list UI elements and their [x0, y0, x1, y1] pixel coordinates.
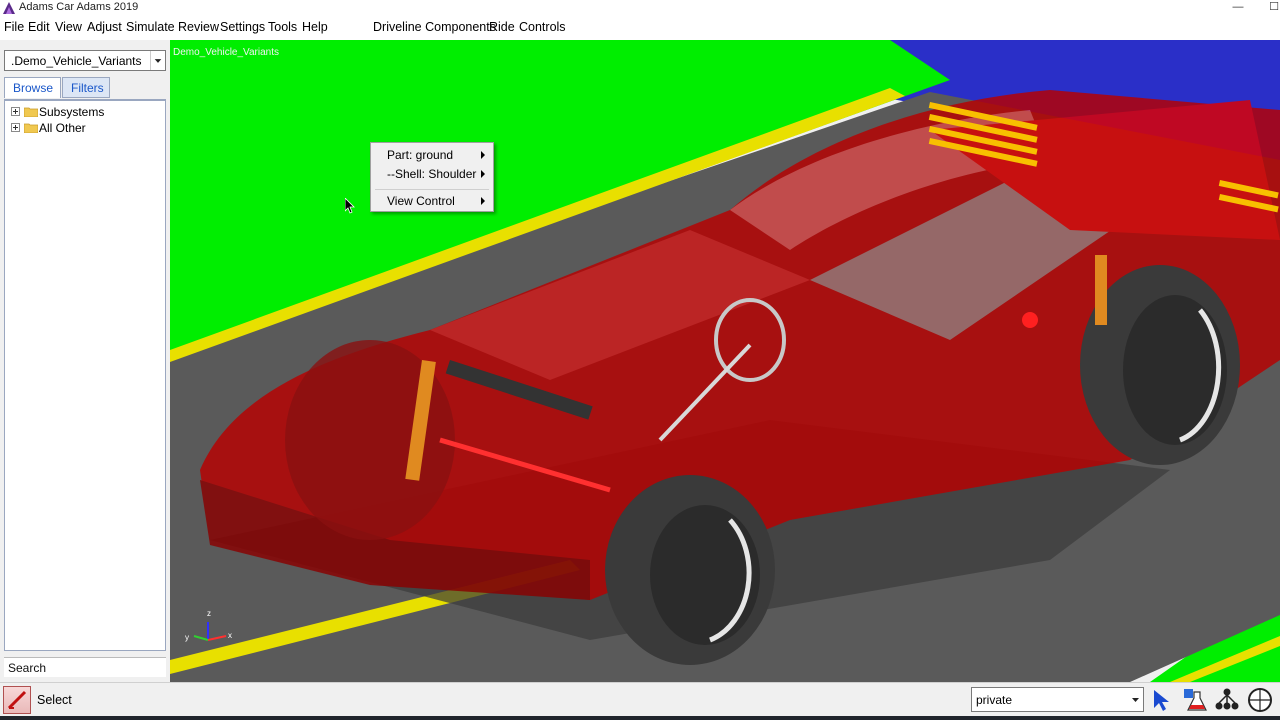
context-item-label: Part: ground	[387, 148, 454, 162]
vehicle-scene[interactable]: z x y	[170, 40, 1280, 682]
menu-edit[interactable]: Edit	[28, 20, 50, 34]
search-input[interactable]: Search	[4, 657, 166, 677]
adams-car-window: Adams Car Adams 2019 — ☐ File Edit View …	[0, 0, 1280, 720]
title-bar: Adams Car Adams 2019 — ☐	[0, 0, 1280, 16]
menu-ride[interactable]: Ride	[489, 20, 515, 34]
context-menu: Part: ground --Shell: Shoulder View Cont…	[370, 142, 494, 212]
front-right-tire[interactable]	[605, 475, 775, 665]
triad-z-label: z	[207, 609, 211, 618]
menu-settings[interactable]: Settings	[220, 20, 265, 34]
context-item-shell-shoulder[interactable]: --Shell: Shoulder	[371, 165, 493, 183]
chevron-down-icon[interactable]	[1128, 688, 1143, 711]
context-item-label: View Control	[387, 194, 455, 208]
menu-driveline-components[interactable]: Driveline Components	[373, 20, 496, 34]
model-browser-panel: .Demo_Vehicle_Variants Browse Filters Su…	[0, 40, 170, 682]
triad-x-label: x	[228, 631, 232, 640]
menu-tools[interactable]: Tools	[268, 20, 297, 34]
menu-review[interactable]: Review	[178, 20, 219, 34]
select-tool-icon	[7, 690, 27, 710]
model-tree: Subsystems All Other	[4, 99, 166, 651]
chevron-down-icon[interactable]	[150, 51, 165, 70]
project-select[interactable]: private	[971, 687, 1144, 712]
menu-adjust[interactable]: Adjust	[87, 20, 122, 34]
menu-file[interactable]: File	[4, 20, 24, 34]
select-arrow-icon[interactable]	[1148, 686, 1176, 714]
menu-bar: File Edit View Adjust Simulate Review Se…	[0, 16, 1280, 40]
3d-viewport[interactable]: z x y Demo_Vehicle_Variants	[170, 40, 1280, 682]
folder-icon	[24, 107, 38, 117]
menu-help[interactable]: Help	[302, 20, 328, 34]
context-menu-separator	[375, 189, 489, 190]
rear-hub	[1022, 312, 1038, 328]
menu-simulate[interactable]: Simulate	[126, 20, 175, 34]
folder-icon	[24, 123, 38, 133]
project-select-value: private	[976, 693, 1013, 707]
tree-item-label: All Other	[39, 121, 86, 135]
expand-plus-icon[interactable]	[11, 107, 20, 116]
menu-controls[interactable]: Controls	[519, 20, 566, 34]
mouse-cursor-icon	[345, 198, 355, 214]
rear-spring	[1095, 255, 1107, 325]
flask-icon[interactable]	[1181, 686, 1209, 714]
context-item-label: --Shell: Shoulder	[387, 167, 477, 181]
menu-view[interactable]: View	[55, 20, 82, 34]
window-title: Adams Car Adams 2019	[19, 1, 139, 13]
context-item-part-ground[interactable]: Part: ground	[371, 146, 493, 164]
tab-filters[interactable]: Filters	[62, 77, 110, 98]
model-select[interactable]: .Demo_Vehicle_Variants	[4, 50, 166, 71]
triad-y-label: y	[185, 633, 189, 642]
adams-logo-icon	[3, 2, 15, 14]
view-orientation-icon[interactable]	[1246, 686, 1274, 714]
search-label: Search	[8, 661, 47, 675]
expand-plus-icon[interactable]	[11, 123, 20, 132]
context-item-view-control[interactable]: View Control	[371, 192, 493, 210]
submenu-arrow-icon	[481, 151, 485, 159]
select-tool-button[interactable]	[3, 686, 31, 714]
tab-browse[interactable]: Browse	[4, 77, 61, 98]
submenu-arrow-icon	[481, 197, 485, 205]
select-tool-label: Select	[37, 693, 72, 707]
maximize-button[interactable]: ☐	[1262, 0, 1280, 16]
minimize-button[interactable]: —	[1226, 0, 1250, 16]
status-bar: Select private	[0, 682, 1280, 716]
network-icon[interactable]	[1213, 686, 1241, 714]
submenu-arrow-icon	[481, 170, 485, 178]
viewport-model-label: Demo_Vehicle_Variants	[173, 47, 279, 58]
tree-item-label: Subsystems	[39, 105, 105, 119]
model-select-value: .Demo_Vehicle_Variants	[11, 54, 142, 68]
taskbar-strip	[0, 716, 1280, 720]
